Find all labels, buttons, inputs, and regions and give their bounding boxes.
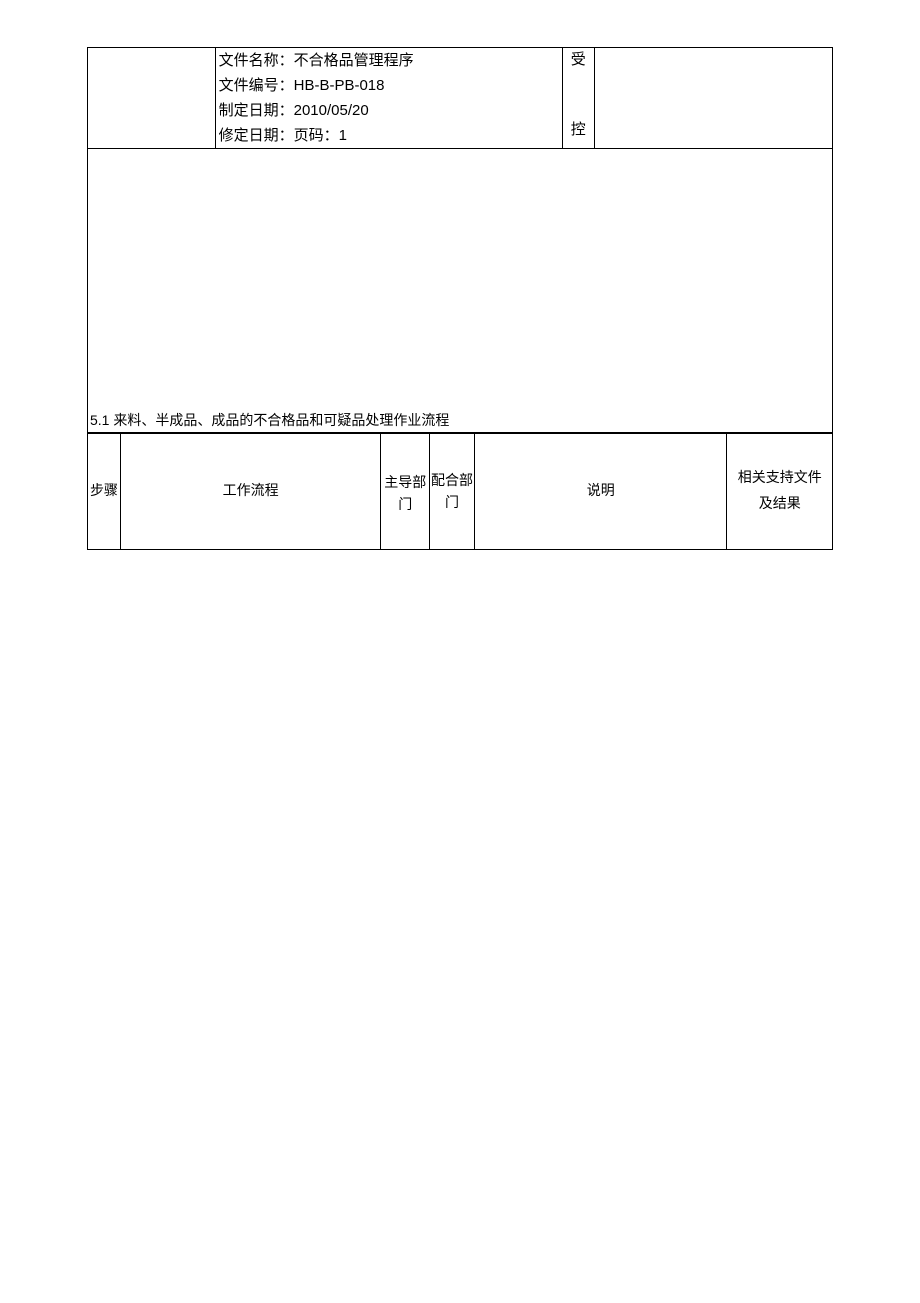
- create-date-value: 2010/05/20: [294, 102, 369, 119]
- col-doc: 相关支持文件及结果: [727, 434, 833, 550]
- page-no-value: 1: [339, 127, 347, 144]
- col-doc-text: 相关支持文件及结果: [727, 460, 832, 524]
- col-coop: 配合部门: [430, 434, 475, 550]
- section-number: 5.1: [90, 412, 109, 428]
- document-page: 文件名称：不合格品管理程序 文件编号：HB-B-PB-018 制定日期：2010…: [87, 47, 833, 550]
- header-logo-cell: [88, 48, 216, 149]
- file-no-label: 文件编号：: [219, 77, 294, 94]
- revise-page-row: 修定日期：页码：1: [216, 123, 562, 148]
- stamp-char-1: 受: [563, 48, 594, 72]
- section-title: 来料、半成品、成品的不合格品和可疑品处理作业流程: [109, 412, 449, 428]
- header-table: 文件名称：不合格品管理程序 文件编号：HB-B-PB-018 制定日期：2010…: [87, 47, 833, 149]
- flow-table: 步骤 工作流程 主导部门 配合部门 说明 相关支持文件及结果: [87, 433, 833, 550]
- body-area: 5.1 来料、半成品、成品的不合格品和可疑品处理作业流程: [87, 149, 833, 433]
- file-name-value: 不合格品管理程序: [294, 52, 414, 69]
- col-lead: 主导部门: [381, 434, 430, 550]
- header-right-cell: [594, 48, 832, 149]
- revise-date-label: 修定日期：: [219, 127, 294, 144]
- file-no-row: 文件编号：HB-B-PB-018: [216, 73, 562, 98]
- col-desc: 说明: [474, 434, 727, 550]
- col-step: 步骤: [88, 434, 121, 550]
- col-lead-text: 主导部门: [381, 467, 429, 517]
- header-info-cell: 文件名称：不合格品管理程序 文件编号：HB-B-PB-018 制定日期：2010…: [215, 48, 562, 149]
- file-no-value: HB-B-PB-018: [294, 77, 385, 94]
- col-flow: 工作流程: [120, 434, 380, 550]
- page-label: 页码：: [294, 127, 339, 144]
- create-date-row: 制定日期：2010/05/20: [216, 98, 562, 123]
- col-coop-text: 配合部门: [430, 469, 474, 515]
- file-name-row: 文件名称：不合格品管理程序: [216, 48, 562, 73]
- section-heading: 5.1 来料、半成品、成品的不合格品和可疑品处理作业流程: [90, 410, 449, 430]
- flow-table-header-row: 步骤 工作流程 主导部门 配合部门 说明 相关支持文件及结果: [88, 434, 833, 550]
- file-name-label: 文件名称：: [219, 52, 294, 69]
- stamp-cell: 受 控: [562, 48, 594, 149]
- create-date-label: 制定日期：: [219, 102, 294, 119]
- stamp-char-2: 控: [563, 118, 594, 142]
